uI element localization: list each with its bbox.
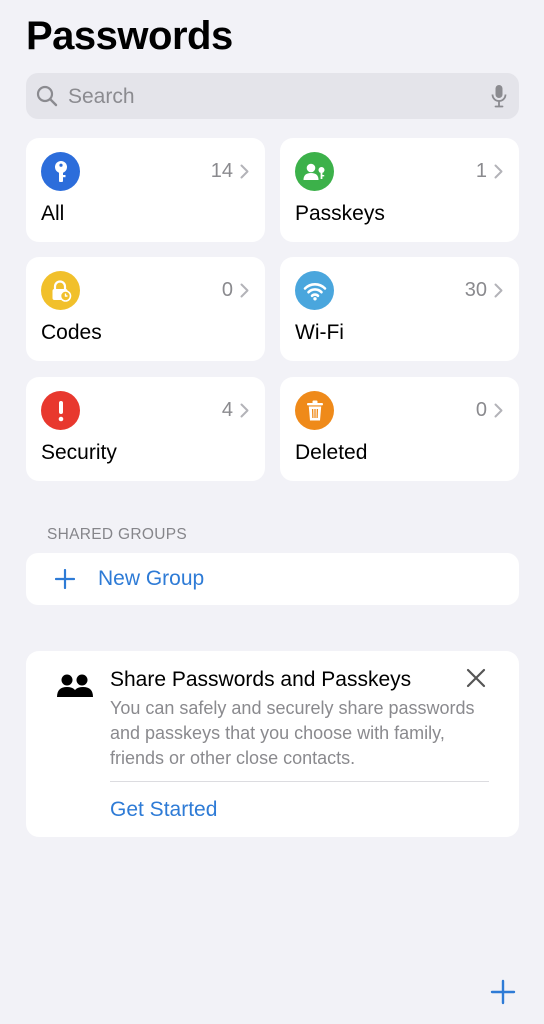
chevron-right-icon — [494, 403, 503, 418]
category-security[interactable]: 4 Security — [26, 377, 265, 481]
wifi-icon — [295, 271, 334, 310]
plus-icon — [54, 568, 76, 594]
chevron-right-icon — [494, 283, 503, 298]
category-count: 30 — [464, 279, 487, 301]
search-input[interactable] — [66, 73, 470, 121]
category-count: 1 — [475, 160, 487, 182]
chevron-right-icon — [240, 403, 249, 418]
page-title: Passwords — [26, 14, 233, 58]
category-count: 4 — [221, 399, 233, 421]
category-all[interactable]: 14 All — [26, 138, 265, 242]
microphone-icon[interactable] — [491, 84, 507, 113]
search-bar[interactable] — [26, 73, 519, 121]
add-icon[interactable] — [490, 979, 516, 1010]
key-icon — [41, 152, 80, 191]
category-label: Wi-Fi — [295, 321, 344, 344]
close-icon[interactable] — [466, 668, 486, 693]
category-label: All — [41, 202, 65, 225]
category-count: 14 — [210, 160, 233, 182]
category-count: 0 — [475, 399, 487, 421]
share-passwords-card: Share Passwords and Passkeys You can saf… — [26, 651, 519, 837]
chevron-right-icon — [240, 283, 249, 298]
chevron-right-icon — [494, 164, 503, 179]
divider — [110, 781, 489, 782]
person-key-icon — [295, 152, 334, 191]
lock-clock-icon — [41, 271, 80, 310]
trash-icon — [295, 391, 334, 430]
category-count: 0 — [221, 279, 233, 301]
category-codes[interactable]: 0 Codes — [26, 257, 265, 361]
new-group-label: New Group — [98, 567, 205, 590]
people-icon — [57, 673, 93, 704]
category-deleted[interactable]: 0 Deleted — [280, 377, 519, 481]
new-group-button[interactable]: New Group — [26, 553, 519, 605]
category-label: Security — [41, 441, 117, 464]
category-passkeys[interactable]: 1 Passkeys — [280, 138, 519, 242]
exclamation-icon — [41, 391, 80, 430]
category-label: Passkeys — [295, 202, 385, 225]
category-label: Deleted — [295, 441, 368, 464]
search-icon — [36, 85, 58, 112]
get-started-button[interactable]: Get Started — [110, 798, 217, 822]
category-label: Codes — [41, 321, 102, 344]
share-card-description: You can safely and securely share passwo… — [110, 698, 475, 768]
shared-groups-header: SHARED GROUPS — [47, 526, 187, 543]
category-wifi[interactable]: 30 Wi-Fi — [280, 257, 519, 361]
share-card-title: Share Passwords and Passkeys — [110, 668, 412, 691]
chevron-right-icon — [240, 164, 249, 179]
